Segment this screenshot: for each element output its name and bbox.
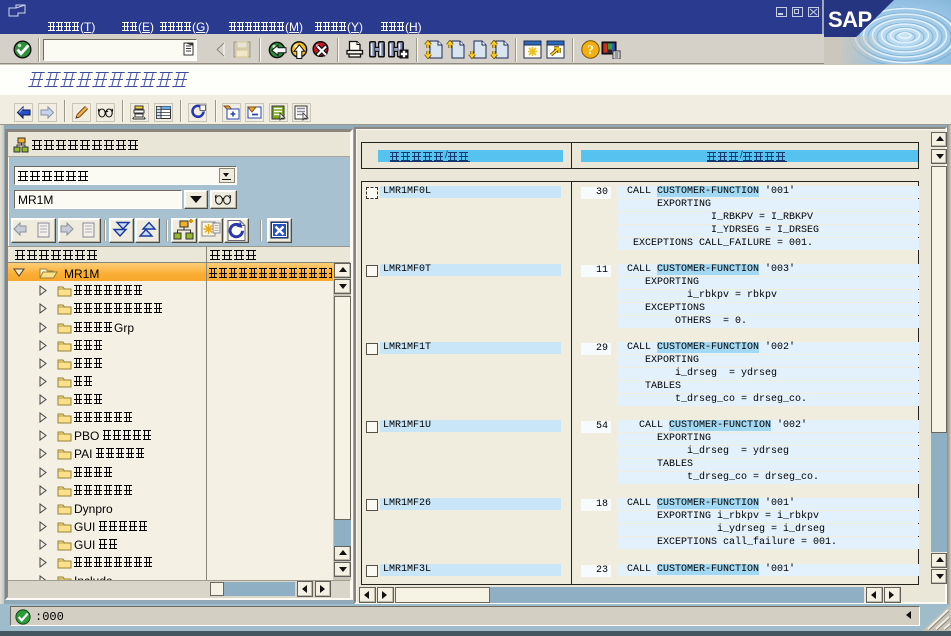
svg-text:?: ? <box>587 42 594 57</box>
